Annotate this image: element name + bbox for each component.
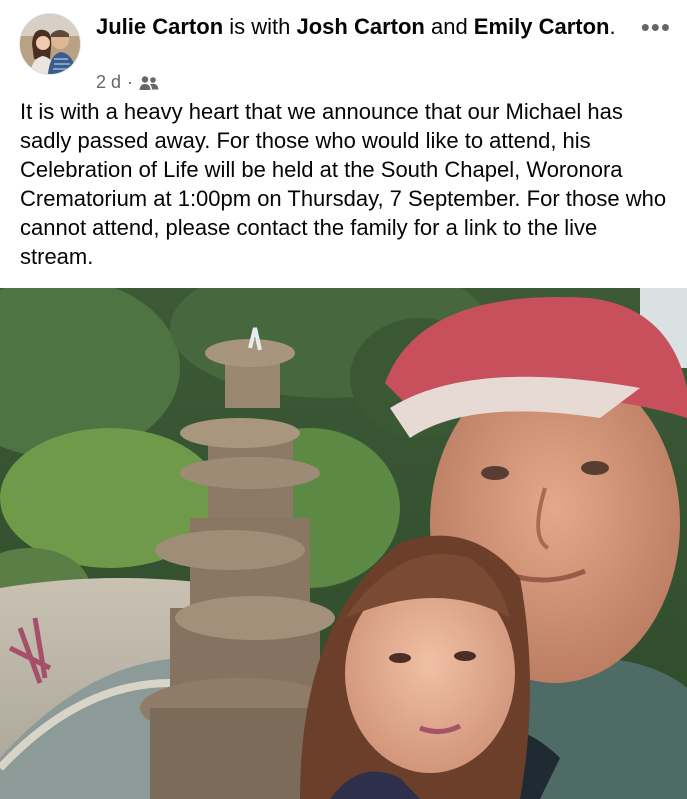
- facebook-post: Julie Carton is with Josh Carton and Emi…: [0, 0, 687, 799]
- and-text: and: [424, 14, 474, 39]
- avatar-photo: [20, 14, 80, 74]
- author-name[interactable]: Julie Carton: [96, 14, 223, 39]
- post-author-line: Julie Carton is with Josh Carton and Emi…: [96, 12, 616, 41]
- post-meta: 2 d ·: [96, 72, 159, 93]
- photo-image: [0, 288, 687, 799]
- tagged-person-2[interactable]: Emily Carton: [474, 14, 610, 39]
- meta-separator: ·: [127, 72, 134, 92]
- friends-icon[interactable]: [139, 75, 159, 91]
- post-body-text: It is with a heavy heart that we announc…: [20, 99, 667, 269]
- period: .: [609, 14, 616, 39]
- more-options-icon[interactable]: •••: [641, 12, 671, 43]
- post-time[interactable]: 2 d: [96, 72, 121, 93]
- profile-avatar[interactable]: [20, 14, 80, 74]
- with-text: is with: [223, 14, 297, 39]
- post-header: Julie Carton is with Josh Carton and Emi…: [0, 0, 687, 100]
- post-photo[interactable]: [0, 288, 687, 799]
- tagged-person-1[interactable]: Josh Carton: [297, 14, 425, 39]
